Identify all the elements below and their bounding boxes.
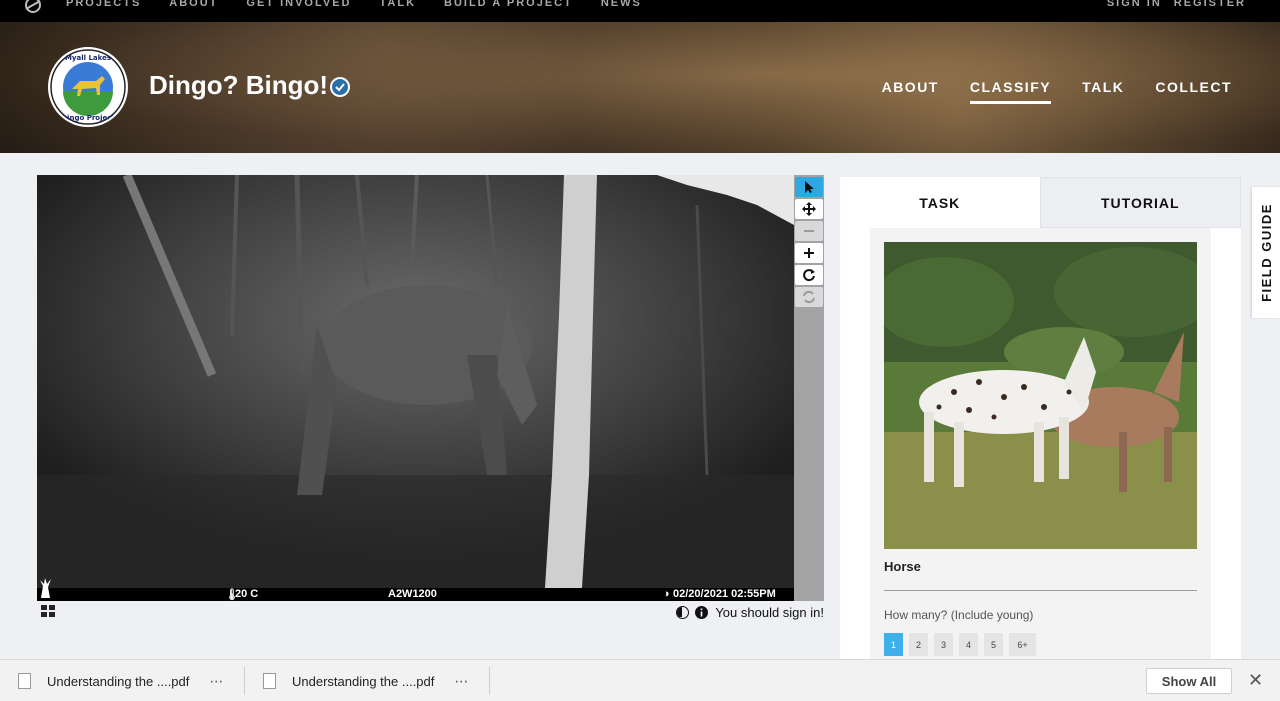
subject-image[interactable]: 🌡 20 C A2W1200 ◑ 02/20/2021 02:55PM — [37, 175, 794, 601]
field-guide-label: FIELD GUIDE — [1258, 203, 1274, 302]
svg-text:Dingo Project: Dingo Project — [61, 114, 115, 122]
rotate-icon — [803, 269, 815, 282]
info-icon[interactable] — [695, 606, 709, 619]
buck-logo-icon — [40, 578, 51, 598]
topnav-build-a-project[interactable]: BUILD A PROJECT — [444, 0, 573, 9]
project-avatar[interactable]: Myall Lakes Dingo Project — [48, 47, 128, 127]
project-nav-classify[interactable]: CLASSIFY — [969, 79, 1052, 104]
move-arrows-icon — [802, 202, 816, 216]
count-option-1[interactable]: 1 — [884, 633, 903, 656]
download-shelf: Understanding the ....pdf ⋯ Understandin… — [0, 659, 1280, 701]
topnav-news[interactable]: NEWS — [601, 0, 642, 9]
sign-in-link[interactable]: SIGN IN — [1107, 0, 1162, 9]
plus-icon — [804, 248, 814, 258]
sign-in-prompt[interactable]: You should sign in! — [715, 605, 824, 620]
rotate-button[interactable] — [795, 265, 823, 285]
count-option-2[interactable]: 2 — [909, 633, 928, 656]
topnav-auth: SIGN IN REGISTER — [1095, 0, 1246, 9]
register-link[interactable]: REGISTER — [1174, 0, 1246, 9]
download-filename-1: Understanding the ....pdf — [47, 673, 190, 689]
task-tabs: TASK TUTORIAL — [840, 177, 1241, 228]
zooniverse-topnav: PROJECTS ABOUT GET INVOLVED TALK BUILD A… — [0, 0, 1280, 22]
download-separator — [489, 667, 490, 695]
project-header: Myall Lakes Dingo Project Dingo? Bingo! … — [0, 22, 1280, 153]
dingo-project-logo-icon: Myall Lakes Dingo Project — [50, 49, 126, 125]
reset-icon — [803, 290, 815, 304]
project-nav-about[interactable]: ABOUT — [882, 79, 939, 104]
field-guide-button[interactable]: FIELD GUIDE — [1252, 187, 1280, 318]
topnav-get-involved[interactable]: GET INVOLVED — [246, 0, 351, 9]
show-all-button[interactable]: Show All — [1146, 668, 1232, 694]
camera-temperature: 20 C — [235, 588, 259, 600]
horse-example-image — [884, 242, 1197, 549]
minus-icon — [804, 230, 814, 232]
zooniverse-logo-icon[interactable] — [24, 0, 42, 14]
topnav-projects[interactable]: PROJECTS — [66, 0, 141, 9]
topnav-talk[interactable]: TALK — [380, 0, 417, 9]
topnav-links: PROJECTS ABOUT GET INVOLVED TALK BUILD A… — [66, 0, 670, 9]
choice-name: Horse — [884, 559, 921, 574]
count-option-6-plus[interactable]: 6+ — [1009, 633, 1036, 656]
tab-task[interactable]: TASK — [840, 177, 1040, 228]
invert-colors-icon[interactable] — [676, 606, 690, 619]
move-tool-button[interactable] — [795, 199, 823, 219]
project-nav-talk[interactable]: TALK — [1082, 79, 1124, 104]
camera-info-bar: 🌡 20 C A2W1200 ◑ 02/20/2021 02:55PM — [37, 578, 794, 601]
task-panel: Horse How many? (Include young) 1 2 3 4 … — [840, 228, 1241, 659]
download-item-2[interactable]: Understanding the ....pdf ⋯ — [263, 660, 469, 701]
count-option-4[interactable]: 4 — [959, 633, 978, 656]
count-option-3[interactable]: 3 — [934, 633, 953, 656]
zoom-out-button[interactable] — [795, 221, 823, 241]
zoom-in-button[interactable] — [795, 243, 823, 263]
grid-view-icon[interactable] — [40, 604, 56, 618]
verified-badge-icon — [330, 77, 350, 97]
more-options-icon[interactable]: ⋯ — [454, 673, 469, 690]
svg-text:Myall Lakes: Myall Lakes — [65, 54, 111, 62]
project-nav-collect[interactable]: COLLECT — [1155, 79, 1232, 104]
moon-phase-icon: ◑ — [663, 588, 670, 600]
choice-detail: Horse How many? (Include young) 1 2 3 4 … — [870, 228, 1211, 659]
pdf-file-icon — [18, 673, 31, 689]
choice-divider — [884, 590, 1197, 591]
download-separator — [244, 667, 245, 695]
count-options: 1 2 3 4 5 6+ — [884, 633, 1042, 656]
camera-trap-photo — [37, 175, 794, 588]
camera-id: A2W1200 — [388, 588, 437, 600]
camera-timestamp: 02/20/2021 02:55PM — [673, 588, 776, 600]
more-options-icon[interactable]: ⋯ — [209, 673, 224, 690]
pdf-file-icon — [263, 673, 276, 689]
viewer-footer: You should sign in! — [676, 605, 824, 620]
count-option-5[interactable]: 5 — [984, 633, 1003, 656]
tab-tutorial[interactable]: TUTORIAL — [1039, 177, 1241, 228]
image-toolbar — [794, 175, 824, 601]
reset-button[interactable] — [795, 287, 823, 307]
pointer-tool-button[interactable] — [795, 177, 823, 197]
project-nav: ABOUT CLASSIFY TALK COLLECT — [851, 79, 1232, 104]
download-item-1[interactable]: Understanding the ....pdf ⋯ — [18, 660, 224, 701]
download-filename-2: Understanding the ....pdf — [292, 673, 435, 689]
project-title[interactable]: Dingo? Bingo! — [149, 70, 328, 101]
close-shelf-icon[interactable]: ✕ — [1248, 670, 1263, 691]
topnav-about[interactable]: ABOUT — [169, 0, 218, 9]
cursor-icon — [805, 181, 814, 193]
count-question: How many? (Include young) — [884, 608, 1034, 622]
